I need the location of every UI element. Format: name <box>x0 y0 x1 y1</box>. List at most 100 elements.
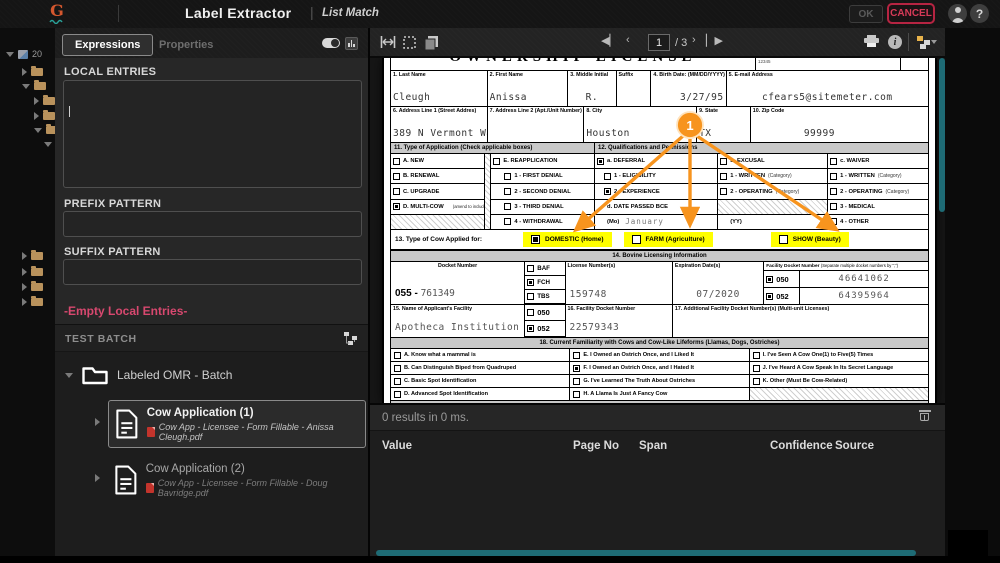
document-canvas[interactable]: OWNERSHIP LICENSE 12345 1. Last NameCleu… <box>370 58 945 403</box>
pdf-icon <box>146 426 155 437</box>
batch-hierarchy-icon[interactable] <box>343 331 358 351</box>
expand-arrow-icon[interactable] <box>22 68 27 76</box>
folder-icon <box>31 66 43 76</box>
form-section-18: A. Know what a mammal is B. Can Distingui… <box>391 349 928 401</box>
folder-icon <box>31 250 43 260</box>
batch-file-list: Labeled OMR - Batch Cow Application (1) … <box>55 352 368 556</box>
file-title: Cow Application (1) <box>146 406 254 419</box>
tree-folder-node[interactable] <box>22 296 43 308</box>
mode-subtitle: List Match <box>322 7 379 19</box>
local-entries-input[interactable] <box>63 80 362 188</box>
batch-folder-name: Labeled OMR - Batch <box>117 368 233 382</box>
folder-icon <box>31 296 43 306</box>
batch-file-item[interactable]: Cow Application (2) Cow App - Licensee -… <box>108 456 366 504</box>
results-panel: 0 results in 0 ms. Value Page No Span Co… <box>370 403 945 556</box>
tree-folder-node[interactable] <box>44 138 52 150</box>
highlighted-cow-type-option[interactable]: DOMESTIC (Home) <box>523 232 612 247</box>
expressions-panel: Expressions Properties LOCAL ENTRIES PRE… <box>55 28 370 556</box>
user-avatar-icon[interactable] <box>948 4 967 23</box>
last-page-icon[interactable]: ▏▶ <box>706 34 723 47</box>
prev-page-icon[interactable]: ‹ <box>626 34 630 46</box>
form-row-identity: 1. Last Name Cleugh 2. First Name Anissa 3… <box>391 71 928 107</box>
local-entries-label: LOCAL ENTRIES <box>64 66 157 78</box>
folder-outline-icon <box>82 367 108 385</box>
tree-root-node[interactable]: 20 <box>6 48 42 60</box>
tree-folder-node[interactable] <box>22 281 43 293</box>
viewer-toolbar: ◀▏ ‹ / 3 › ▏▶ i <box>370 28 945 58</box>
file-path: Cow App - Licensee - Form Fillable - Ani… <box>158 421 334 442</box>
expand-arrow-icon[interactable] <box>34 112 39 120</box>
expand-arrow-icon[interactable] <box>22 268 27 276</box>
page-total-label: / 3 <box>675 37 688 49</box>
form-row-cow-type: 13. Type of Cow Applied for: DOMESTIC (H… <box>391 230 928 251</box>
top-bar: G Label Extractor | List Match OK CANCEL… <box>0 0 1000 28</box>
expand-arrow-icon[interactable] <box>22 283 27 291</box>
form-section-header-18: 18. Current Familiarity with Cows and Co… <box>391 338 928 349</box>
expand-arrow-icon[interactable] <box>22 83 30 89</box>
view-layout-icon[interactable] <box>916 35 938 55</box>
folder-icon <box>31 266 43 276</box>
panel-toggle-switch[interactable] <box>322 38 340 48</box>
column-span: Span <box>639 440 668 452</box>
info-icon[interactable]: i <box>888 35 902 49</box>
bar-chart-icon[interactable] <box>345 37 358 50</box>
fit-width-icon[interactable] <box>380 35 396 54</box>
document-page[interactable]: OWNERSHIP LICENSE 12345 1. Last NameCleu… <box>382 58 937 403</box>
form-row-15-16-17: 15. Name of Applicant's Facility Apotheca… <box>391 305 928 338</box>
tree-folder-node[interactable] <box>22 250 43 262</box>
empty-entries-message: -Empty Local Entries- <box>64 304 188 318</box>
bottom-edge <box>0 556 1000 563</box>
clear-results-icon[interactable] <box>918 410 931 421</box>
panel-tab-bar: Expressions Properties <box>55 28 368 58</box>
form-title-strip: OWNERSHIP LICENSE 12345 <box>391 58 928 71</box>
highlighted-cow-type-option[interactable]: SHOW (Beauty) <box>770 232 849 247</box>
tab-expressions[interactable]: Expressions <box>62 34 154 56</box>
batch-folder-row[interactable]: Labeled OMR - Batch <box>65 364 232 386</box>
expand-arrow-icon[interactable] <box>44 141 52 147</box>
expand-arrow-icon[interactable] <box>34 127 42 133</box>
suffix-pattern-label: SUFFIX PATTERN <box>64 246 161 258</box>
pages-icon[interactable] <box>424 35 439 55</box>
suffix-pattern-input[interactable] <box>63 259 362 285</box>
page-number-input[interactable] <box>648 34 670 51</box>
tree-folder-node[interactable] <box>34 110 55 122</box>
tab-properties[interactable]: Properties <box>147 34 225 56</box>
prefix-pattern-label: PREFIX PATTERN <box>64 198 162 210</box>
tree-folder-node[interactable] <box>22 66 43 78</box>
first-page-icon[interactable]: ◀▏ <box>601 34 618 47</box>
form-section-14: Docket Number 055 - 761349 BAF FCH TBS Lic… <box>391 262 928 305</box>
app-logo[interactable]: G <box>44 2 70 24</box>
expand-arrow-icon[interactable] <box>6 51 14 57</box>
column-confidence: Confidence <box>770 440 833 452</box>
logo-letter: G <box>50 1 64 20</box>
help-icon[interactable]: ? <box>970 4 989 23</box>
expand-arrow-icon[interactable] <box>34 97 39 105</box>
marquee-select-icon[interactable] <box>402 35 417 55</box>
cancel-button[interactable]: CANCEL <box>887 3 935 24</box>
expand-arrow-icon[interactable] <box>22 298 27 306</box>
expand-arrow-icon[interactable] <box>95 418 100 426</box>
prefix-pattern-input[interactable] <box>63 211 362 237</box>
label-extractor-window: G Label Extractor | List Match OK CANCEL… <box>0 0 1000 563</box>
column-page-no: Page No <box>573 440 620 452</box>
results-table-header: Value Page No Span Confidence Source <box>370 431 945 461</box>
next-page-icon[interactable]: › <box>692 34 696 46</box>
tree-folder-node[interactable] <box>34 124 55 136</box>
ok-button[interactable]: OK <box>849 5 883 23</box>
tree-folder-node[interactable] <box>22 266 43 278</box>
expand-arrow-icon[interactable] <box>95 474 100 482</box>
form-section-header-14: 14. Bovine Licensing Information <box>391 251 928 262</box>
tree-folder-node[interactable] <box>34 95 55 107</box>
form-section-headers-11-12: 11. Type of Application (Check applicabl… <box>391 143 928 154</box>
expand-arrow-icon[interactable] <box>65 372 73 378</box>
test-batch-label: TEST BATCH <box>65 333 137 345</box>
folder-icon <box>43 110 55 120</box>
form-sections-11-12: A. NEW B. RENEWAL C. UPGRADE D. MULTI-COW (a… <box>391 154 928 230</box>
document-viewer-region: ◀▏ ‹ / 3 › ▏▶ i OWNERSHIP LICENSE 12345 <box>370 28 945 556</box>
tree-folder-node[interactable] <box>22 80 46 92</box>
highlighted-cow-type-option[interactable]: FARM (Agriculture) <box>623 232 713 247</box>
form-title-clipped: OWNERSHIP LICENSE <box>391 58 755 66</box>
test-batch-header: TEST BATCH <box>55 324 368 352</box>
batch-file-item-selected[interactable]: Cow Application (1) Cow App - Licensee -… <box>108 400 366 448</box>
expand-arrow-icon[interactable] <box>22 252 27 260</box>
